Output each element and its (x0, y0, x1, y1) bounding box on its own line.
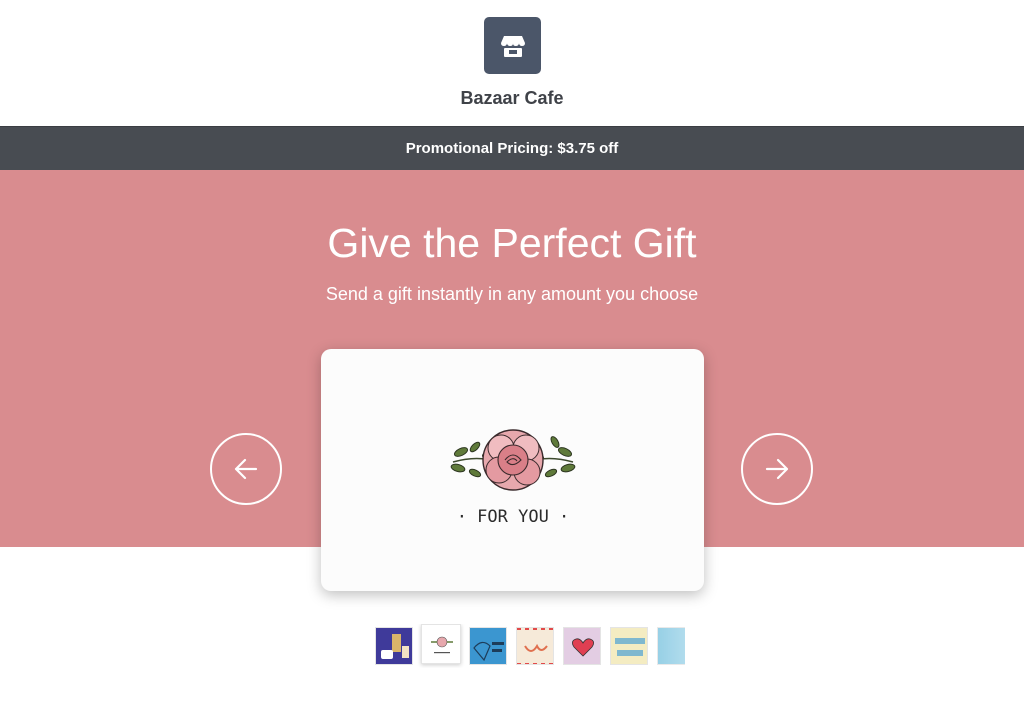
card-text: · FOR YOU · (456, 507, 569, 527)
thumbnail-blue-partial[interactable] (657, 627, 685, 665)
promo-text: Promotional Pricing: $3.75 off (405, 140, 619, 157)
hero-title: Give the Perfect Gift (327, 220, 697, 266)
shop-header: Bazaar Cafe (0, 0, 1024, 126)
arrow-right-icon (765, 458, 789, 480)
thumbnail-heart-hands[interactable] (563, 627, 601, 665)
thumbnail-you-airmail[interactable] (516, 627, 554, 665)
card-thumbnail-strip (375, 624, 685, 668)
storefront-icon (484, 17, 541, 74)
selected-gift-card[interactable]: · FOR YOU · (321, 349, 704, 591)
thumbnail-birthday-treat[interactable] (469, 627, 507, 665)
thumbnail-thank-you[interactable] (610, 627, 648, 665)
shop-name: Bazaar Cafe (460, 88, 564, 108)
arrow-left-icon (234, 458, 258, 480)
rose-illustration: · FOR YOU · (450, 429, 575, 527)
thumbnail-drinks[interactable] (375, 627, 413, 665)
promo-banner: Promotional Pricing: $3.75 off (0, 126, 1024, 170)
previous-card-button[interactable] (210, 433, 282, 505)
thumbnail-for-you[interactable] (421, 624, 461, 664)
next-card-button[interactable] (741, 433, 813, 505)
hero-subtitle: Send a gift instantly in any amount you … (325, 284, 699, 304)
